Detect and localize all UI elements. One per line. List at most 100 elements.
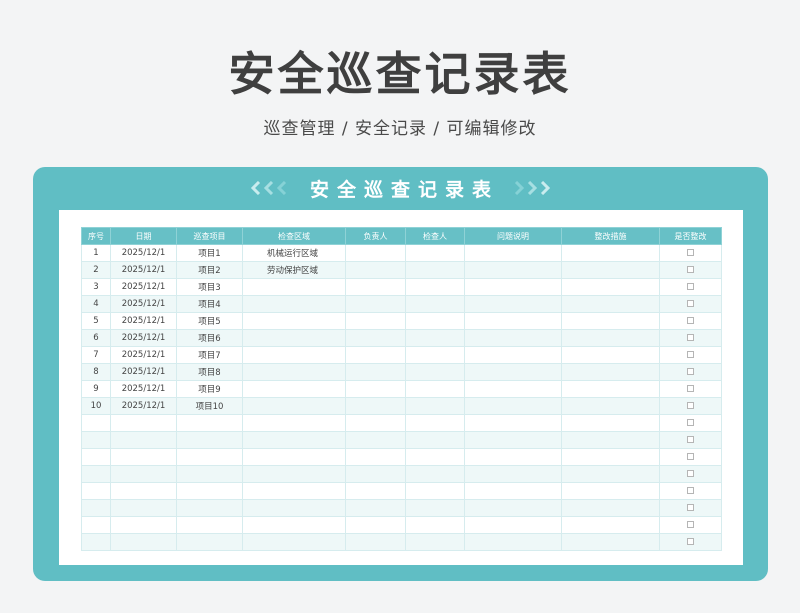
- column-header-measure[interactable]: 整改措施: [561, 227, 660, 245]
- cell-issue[interactable]: [464, 346, 562, 364]
- cell-owner[interactable]: [345, 397, 406, 415]
- rectified-checkbox[interactable]: [687, 385, 694, 392]
- cell-owner[interactable]: [345, 499, 406, 517]
- column-header-owner[interactable]: 负责人: [345, 227, 406, 245]
- cell-measure[interactable]: [561, 414, 660, 432]
- cell-no[interactable]: 3: [81, 278, 111, 296]
- cell-item[interactable]: 项目6: [176, 329, 243, 347]
- cell-issue[interactable]: [464, 414, 562, 432]
- cell-measure[interactable]: [561, 312, 660, 330]
- cell-area[interactable]: [242, 431, 346, 449]
- cell-item[interactable]: 项目10: [176, 397, 243, 415]
- rectified-checkbox[interactable]: [687, 419, 694, 426]
- rectified-checkbox[interactable]: [687, 368, 694, 375]
- cell-inspector[interactable]: [405, 448, 465, 466]
- column-header-date[interactable]: 日期: [110, 227, 177, 245]
- rectified-checkbox[interactable]: [687, 317, 694, 324]
- cell-owner[interactable]: [345, 363, 406, 381]
- cell-no[interactable]: 9: [81, 380, 111, 398]
- cell-date[interactable]: 2025/12/1: [110, 278, 177, 296]
- cell-measure[interactable]: [561, 278, 660, 296]
- cell-no[interactable]: [81, 516, 111, 534]
- cell-owner[interactable]: [345, 278, 406, 296]
- rectified-checkbox[interactable]: [687, 266, 694, 273]
- rectified-checkbox[interactable]: [687, 470, 694, 477]
- cell-item[interactable]: 项目3: [176, 278, 243, 296]
- cell-measure[interactable]: [561, 244, 660, 262]
- cell-issue[interactable]: [464, 244, 562, 262]
- rectified-checkbox[interactable]: [687, 504, 694, 511]
- cell-measure[interactable]: [561, 295, 660, 313]
- cell-measure[interactable]: [561, 397, 660, 415]
- cell-area[interactable]: [242, 482, 346, 500]
- cell-area[interactable]: [242, 363, 346, 381]
- cell-measure[interactable]: [561, 448, 660, 466]
- cell-item[interactable]: [176, 533, 243, 551]
- cell-measure[interactable]: [561, 431, 660, 449]
- cell-measure[interactable]: [561, 380, 660, 398]
- cell-issue[interactable]: [464, 380, 562, 398]
- cell-owner[interactable]: [345, 482, 406, 500]
- cell-issue[interactable]: [464, 312, 562, 330]
- cell-no[interactable]: 6: [81, 329, 111, 347]
- cell-inspector[interactable]: [405, 329, 465, 347]
- cell-item[interactable]: 项目2: [176, 261, 243, 279]
- cell-area[interactable]: [242, 448, 346, 466]
- cell-owner[interactable]: [345, 346, 406, 364]
- cell-no[interactable]: 2: [81, 261, 111, 279]
- cell-area[interactable]: [242, 414, 346, 432]
- cell-no[interactable]: [81, 499, 111, 517]
- cell-area[interactable]: [242, 465, 346, 483]
- cell-date[interactable]: 2025/12/1: [110, 329, 177, 347]
- cell-inspector[interactable]: [405, 465, 465, 483]
- cell-date[interactable]: [110, 482, 177, 500]
- cell-issue[interactable]: [464, 533, 562, 551]
- cell-area[interactable]: [242, 397, 346, 415]
- cell-inspector[interactable]: [405, 431, 465, 449]
- cell-item[interactable]: 项目5: [176, 312, 243, 330]
- rectified-checkbox[interactable]: [687, 436, 694, 443]
- cell-owner[interactable]: [345, 533, 406, 551]
- cell-inspector[interactable]: [405, 397, 465, 415]
- cell-area[interactable]: [242, 295, 346, 313]
- cell-no[interactable]: 1: [81, 244, 111, 262]
- cell-date[interactable]: 2025/12/1: [110, 380, 177, 398]
- cell-issue[interactable]: [464, 448, 562, 466]
- rectified-checkbox[interactable]: [687, 538, 694, 545]
- cell-owner[interactable]: [345, 244, 406, 262]
- cell-no[interactable]: [81, 482, 111, 500]
- cell-owner[interactable]: [345, 380, 406, 398]
- cell-inspector[interactable]: [405, 414, 465, 432]
- cell-measure[interactable]: [561, 533, 660, 551]
- cell-measure[interactable]: [561, 482, 660, 500]
- cell-item[interactable]: 项目9: [176, 380, 243, 398]
- cell-issue[interactable]: [464, 397, 562, 415]
- cell-measure[interactable]: [561, 499, 660, 517]
- cell-measure[interactable]: [561, 363, 660, 381]
- cell-item[interactable]: [176, 516, 243, 534]
- cell-inspector[interactable]: [405, 295, 465, 313]
- cell-area[interactable]: [242, 499, 346, 517]
- cell-inspector[interactable]: [405, 244, 465, 262]
- cell-owner[interactable]: [345, 465, 406, 483]
- cell-date[interactable]: [110, 533, 177, 551]
- cell-issue[interactable]: [464, 329, 562, 347]
- cell-inspector[interactable]: [405, 278, 465, 296]
- cell-area[interactable]: [242, 329, 346, 347]
- cell-measure[interactable]: [561, 465, 660, 483]
- cell-issue[interactable]: [464, 278, 562, 296]
- cell-area[interactable]: [242, 346, 346, 364]
- cell-item[interactable]: [176, 431, 243, 449]
- cell-date[interactable]: 2025/12/1: [110, 346, 177, 364]
- rectified-checkbox[interactable]: [687, 300, 694, 307]
- rectified-checkbox[interactable]: [687, 487, 694, 494]
- cell-inspector[interactable]: [405, 346, 465, 364]
- cell-date[interactable]: [110, 431, 177, 449]
- cell-owner[interactable]: [345, 295, 406, 313]
- cell-owner[interactable]: [345, 329, 406, 347]
- cell-area[interactable]: [242, 380, 346, 398]
- cell-date[interactable]: [110, 448, 177, 466]
- cell-no[interactable]: [81, 465, 111, 483]
- cell-issue[interactable]: [464, 431, 562, 449]
- rectified-checkbox[interactable]: [687, 283, 694, 290]
